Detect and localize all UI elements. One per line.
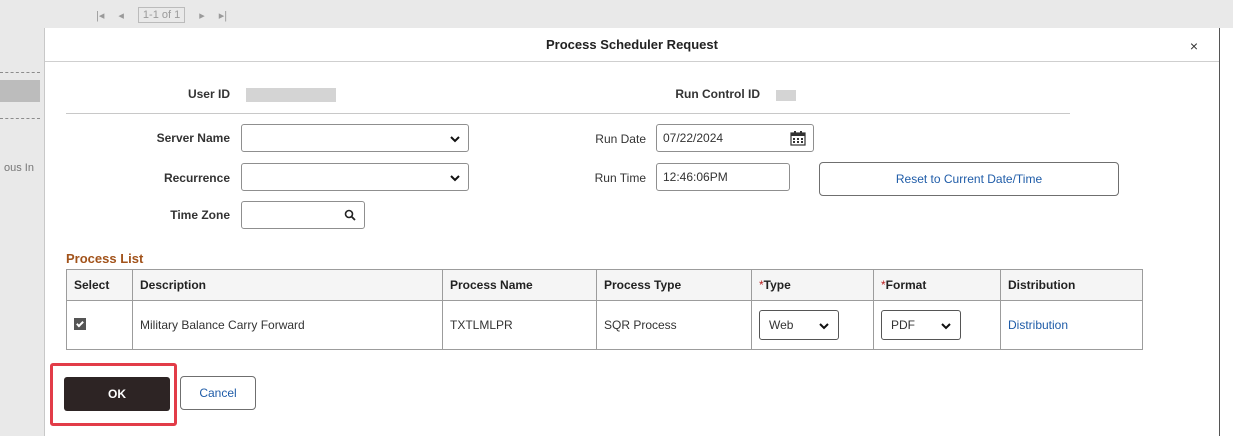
search-icon[interactable] [344,209,356,221]
last-page-icon: ▸| [218,9,228,22]
prev-page-icon: ◂ [118,9,124,22]
table-row: Military Balance Carry Forward TXTLMLPR … [66,300,1143,350]
modal-titlebar: Process Scheduler Request [45,28,1219,62]
distribution-link[interactable]: Distribution [1008,318,1068,332]
column-header-process-name: Process Name [442,269,597,301]
background-divider [0,118,40,119]
table-header-row: Select Description Process Name Process … [66,269,1143,301]
calendar-icon[interactable] [790,130,806,146]
type-select[interactable]: Web [759,310,839,340]
time-zone-label: Time Zone [170,208,230,222]
run-time-input[interactable]: 12:46:06PM [656,163,790,191]
column-header-description: Description [132,269,443,301]
chevron-down-icon [941,323,951,330]
background-pager: |◂ ◂ 1-1 of 1 ▸ ▸| [96,4,364,26]
next-page-icon: ▸ [199,9,205,22]
background-right-edge [1218,28,1233,436]
description-cell: Military Balance Carry Forward [132,300,443,350]
column-header-format: *Format [873,269,1001,301]
column-header-type: *Type [751,269,874,301]
server-name-select[interactable] [241,124,469,152]
column-header-type-label: Type [763,278,791,292]
first-page-icon: |◂ [96,9,105,22]
time-zone-input[interactable] [241,201,365,229]
distribution-cell: Distribution [1000,300,1143,350]
run-control-id-value [776,90,796,101]
column-header-select: Select [66,269,133,301]
process-list-title: Process List [66,251,144,266]
run-time-label: Run Time [594,171,646,185]
close-icon[interactable]: × [1187,39,1201,53]
run-control-id-label: Run Control ID [675,87,760,101]
column-header-format-label: Format [885,278,927,292]
type-select-value: Web [769,318,794,332]
column-header-distribution: Distribution [1000,269,1143,301]
server-name-label: Server Name [156,131,230,145]
modal-title: Process Scheduler Request [546,37,718,52]
header-divider [66,113,1070,114]
chevron-down-icon [450,175,460,182]
type-cell: Web [751,300,874,350]
user-id-value [246,88,336,102]
run-time-value: 12:46:06PM [663,170,728,184]
format-cell: PDF [873,300,1001,350]
format-select-value: PDF [891,318,915,332]
process-type-cell: SQR Process [596,300,752,350]
run-date-input[interactable]: 07/22/2024 [656,124,814,152]
process-name-cell: TXTLMLPR [442,300,597,350]
pager-select: 1-1 of 1 [137,7,186,23]
cancel-button[interactable]: Cancel [180,376,256,410]
user-id-label: User ID [187,87,230,101]
recurrence-select[interactable] [241,163,469,191]
checkbox-checked-icon[interactable] [74,317,86,330]
reset-to-current-datetime-button[interactable]: Reset to Current Date/Time [819,162,1119,196]
column-header-process-type: Process Type [596,269,752,301]
background-strip [0,80,40,102]
chevron-down-icon [819,323,829,330]
run-date-label: Run Date [595,132,646,146]
chevron-down-icon [450,136,460,143]
process-list-table: Select Description Process Name Process … [66,269,1143,350]
background-partial-label: ous In [4,162,34,174]
format-select[interactable]: PDF [881,310,961,340]
recurrence-label: Recurrence [163,171,230,185]
run-date-value: 07/22/2024 [663,131,724,145]
ok-button[interactable]: OK [64,377,170,411]
background-divider [0,72,40,73]
select-cell [66,300,133,350]
